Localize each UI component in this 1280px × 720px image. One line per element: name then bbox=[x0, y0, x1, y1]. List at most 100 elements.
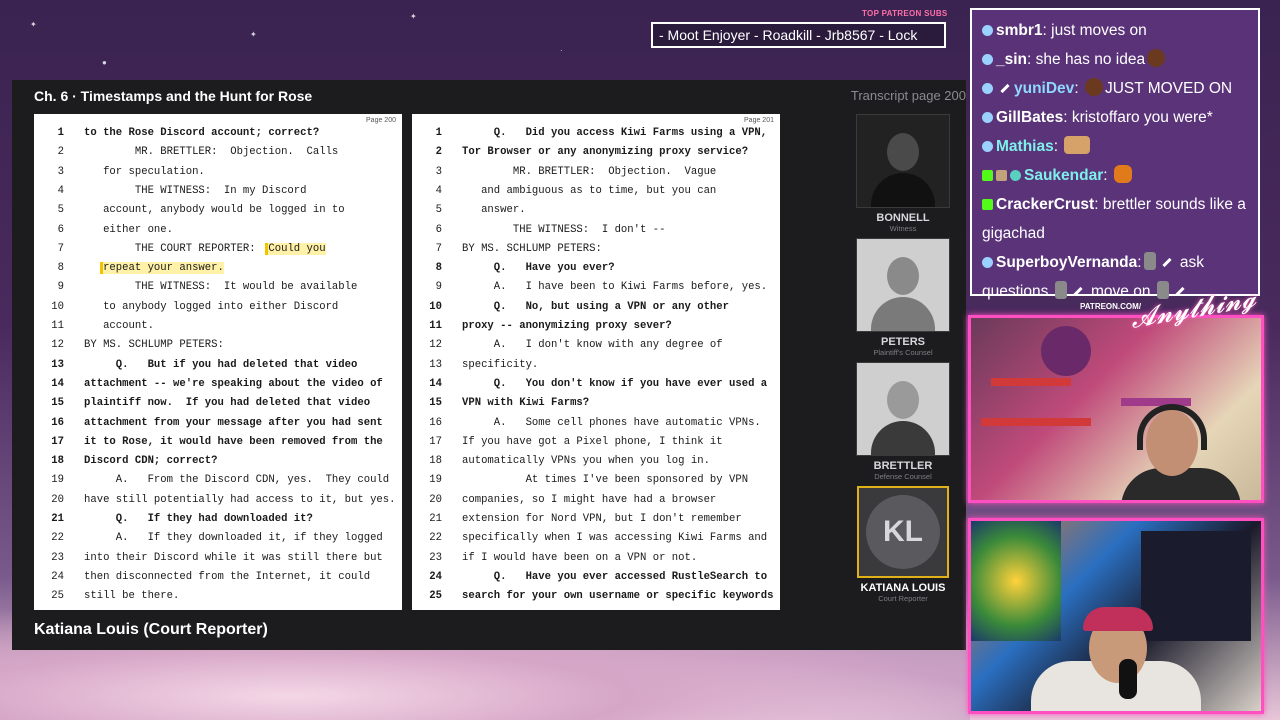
transcript-line: 18 Discord CDN; correct? bbox=[34, 452, 402, 471]
transcript-line: 24 then disconnected from the Internet, i… bbox=[34, 568, 402, 587]
transcript-page-left: Page 200 1 to the Rose Discord account; c… bbox=[34, 114, 402, 610]
kick-badge-icon bbox=[982, 170, 993, 181]
transcript-line: 12 BY MS. SCHLUMP PETERS: bbox=[34, 336, 402, 355]
chat-username[interactable]: _sin bbox=[996, 51, 1027, 68]
kick-badge-icon bbox=[982, 199, 993, 210]
transcript-line: 15 VPN with Kiwi Farms? bbox=[412, 394, 780, 413]
line-number: 22 bbox=[51, 532, 64, 545]
line-text: to the Rose Discord account; correct? bbox=[84, 127, 320, 139]
line-number: 3 bbox=[435, 165, 442, 178]
sparkle-decoration: ✦ bbox=[410, 12, 417, 21]
chat-username[interactable]: GillBates bbox=[996, 109, 1063, 126]
chat-badge-icon bbox=[982, 83, 993, 94]
transcript-line: 11 proxy -- anonymizing proxy sever? bbox=[412, 317, 780, 336]
transcript-line: 1 to the Rose Discord account; correct? bbox=[34, 124, 402, 143]
line-text: specificity. bbox=[462, 358, 539, 371]
line-number: 18 bbox=[51, 455, 64, 468]
sparkle-decoration: ✦ bbox=[30, 20, 37, 29]
transcript-line: 16 attachment from your message after you… bbox=[34, 414, 402, 433]
sparkle-decoration: ✦ bbox=[250, 30, 257, 39]
participant-role: Defense Counsel bbox=[874, 472, 932, 481]
participant-name: KATIANA LOUIS bbox=[860, 582, 946, 594]
line-number: 14 bbox=[51, 377, 64, 390]
line-number: 12 bbox=[429, 339, 442, 352]
avatar-initials: KL bbox=[866, 495, 940, 569]
line-text: answer. bbox=[462, 204, 526, 217]
current-speaker-label: Katiana Louis (Court Reporter) bbox=[34, 621, 268, 638]
participant-name: BONNELL bbox=[876, 212, 930, 224]
transcript-line: 19 At times I've been sponsored by VPN bbox=[412, 471, 780, 490]
emote-icon bbox=[1143, 252, 1156, 270]
avatar: KL bbox=[857, 486, 949, 578]
transcript-line: 13 specificity. bbox=[412, 356, 780, 375]
chat-message: smbr1: just moves on bbox=[982, 16, 1248, 45]
chat-text: just moves on bbox=[1051, 22, 1147, 39]
transcript-line: 24 Q. Have you ever accessed RustleSearc… bbox=[412, 568, 780, 587]
line-number: 15 bbox=[51, 397, 64, 410]
transcript-line: 2 MR. BRETTLER: Objection. Calls bbox=[34, 143, 402, 162]
transcript-line: 5 account, anybody would be logged in to bbox=[34, 201, 402, 220]
line-text: search for your own username or specific… bbox=[462, 590, 774, 603]
chat-username[interactable]: CrackerCrust bbox=[996, 196, 1094, 213]
line-number: 19 bbox=[51, 474, 64, 487]
line-number: 10 bbox=[429, 300, 442, 313]
line-number: 9 bbox=[435, 281, 442, 294]
round-shelf bbox=[1041, 326, 1091, 376]
line-text: and ambiguous as to time, but you can bbox=[462, 184, 717, 197]
transcript-line: 21 Q. If they had downloaded it? bbox=[34, 510, 402, 529]
transcript-line: 8 repeat your answer. bbox=[34, 259, 402, 278]
webcam-host bbox=[968, 518, 1264, 714]
chat-message: GillBates: kristoffaro you were* bbox=[982, 103, 1248, 132]
sparkle-decoration: · bbox=[560, 46, 563, 55]
chat-badge-icon bbox=[982, 25, 993, 36]
line-text: Q. No, but using a VPN or any other bbox=[462, 300, 730, 313]
participant-peters[interactable]: PETERS Plaintiff's Counsel bbox=[855, 238, 951, 357]
chat-username[interactable]: SuperboyVernanda bbox=[996, 254, 1137, 271]
line-number: 12 bbox=[51, 339, 64, 352]
transcript-line: 21 extension for Nord VPN, but I don't re… bbox=[412, 510, 780, 529]
chat-badge-icon bbox=[982, 141, 993, 152]
chat-message: _sin: she has no idea bbox=[982, 45, 1248, 74]
participant-bonnell[interactable]: BONNELL Witness bbox=[855, 114, 951, 233]
chat-username[interactable]: Saukendar bbox=[1024, 167, 1103, 184]
line-text: Q. Have you ever? bbox=[462, 262, 615, 275]
chat-username[interactable]: yuniDev bbox=[1014, 80, 1074, 97]
line-text: automatically VPNs you when you log in. bbox=[462, 455, 710, 468]
line-number: 8 bbox=[57, 262, 64, 275]
participant-brettler[interactable]: BRETTLER Defense Counsel bbox=[855, 362, 951, 481]
wall-mural bbox=[971, 521, 1061, 641]
participant-role: Court Reporter bbox=[878, 594, 928, 603]
line-text: Q. You don't know if you have ever used … bbox=[462, 377, 768, 390]
line-number: 21 bbox=[429, 513, 442, 525]
chat-username[interactable]: Mathias bbox=[996, 138, 1054, 155]
line-text: specifically when I was accessing Kiwi F… bbox=[462, 532, 768, 545]
avatar bbox=[856, 238, 950, 332]
line-text: then disconnected from the Internet, it … bbox=[84, 570, 371, 583]
line-text: At times I've been sponsored by VPN bbox=[462, 474, 749, 487]
line-text: THE WITNESS: I don't -- bbox=[462, 223, 666, 236]
participant-katiana-louis[interactable]: KL KATIANA LOUIS Court Reporter bbox=[855, 486, 951, 603]
line-text: A. From the Discord CDN, yes. They could bbox=[84, 474, 390, 487]
line-text: BY MS. SCHLUMP PETERS: bbox=[462, 242, 602, 255]
line-text: THE COURT REPORTER: Could you bbox=[84, 242, 326, 255]
chat-username[interactable]: smbr1 bbox=[996, 22, 1043, 39]
transcript-line: 19 A. From the Discord CDN, yes. They co… bbox=[34, 471, 402, 490]
page-number: Page 200 bbox=[366, 117, 396, 124]
transcript-line: 4 THE WITNESS: In my Discord bbox=[34, 182, 402, 201]
line-text: A. Some cell phones have automatic VPNs. bbox=[462, 416, 761, 429]
transcript-line: 23 if I would have been on a VPN or not. bbox=[412, 549, 780, 568]
line-number: 9 bbox=[57, 281, 64, 294]
line-number: 25 bbox=[429, 590, 442, 603]
line-number: 4 bbox=[435, 184, 442, 197]
transcript-line: 14 Q. You don't know if you have ever us… bbox=[412, 375, 780, 394]
participant-role: Plaintiff's Counsel bbox=[873, 348, 933, 357]
transcript-page-right: Page 201 1 Q. Did you access Kiwi Farms … bbox=[412, 114, 780, 610]
line-text: repeat your answer. bbox=[84, 259, 224, 278]
chat-message: yuniDev: JUST MOVED ON bbox=[982, 74, 1248, 103]
transcript-line: 7 BY MS. SCHLUMP PETERS: bbox=[412, 240, 780, 259]
participant-name: PETERS bbox=[880, 336, 925, 348]
line-text: MR. BRETTLER: Objection. Calls bbox=[84, 146, 339, 159]
transcript-line: 17 If you have got a Pixel phone, I think… bbox=[412, 433, 780, 452]
line-number: 16 bbox=[51, 416, 64, 429]
line-text: account, anybody would be logged in to bbox=[84, 204, 345, 217]
